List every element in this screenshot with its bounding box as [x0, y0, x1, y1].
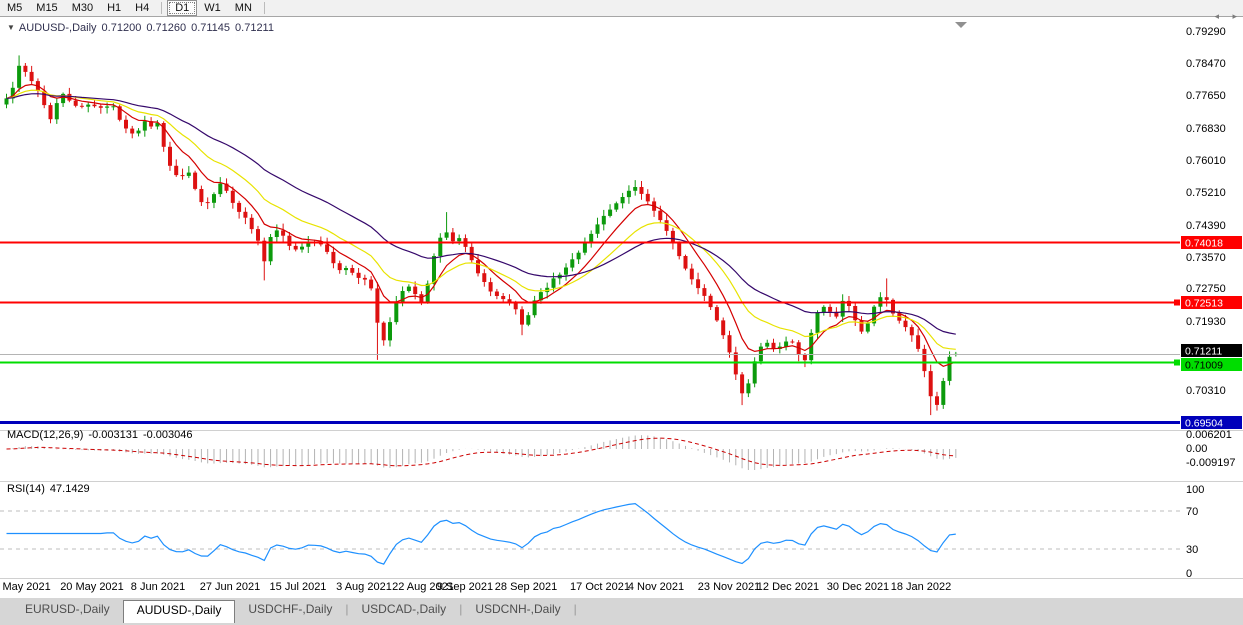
svg-text:0: 0 — [1186, 568, 1192, 580]
ma-slow-line — [7, 94, 956, 335]
svg-text:0.74390: 0.74390 — [1186, 220, 1226, 232]
svg-text:0.78470: 0.78470 — [1186, 58, 1226, 70]
svg-text:0.00: 0.00 — [1186, 443, 1207, 455]
svg-text:23 Nov 2021: 23 Nov 2021 — [698, 581, 760, 593]
tab-eurusd-daily[interactable]: EURUSD-,Daily — [12, 600, 123, 620]
chart-symbol-label: AUDUSD-,Daily — [19, 22, 97, 34]
ma-mid-line — [7, 90, 956, 349]
ohlc-close: 0.71211 — [235, 22, 274, 34]
svg-text:8 Jun 2021: 8 Jun 2021 — [131, 581, 185, 593]
svg-text:0.74018: 0.74018 — [1185, 238, 1223, 250]
svg-text:9 Sep 2021: 9 Sep 2021 — [437, 581, 493, 593]
timeframe-button-h1[interactable]: H1 — [100, 0, 128, 16]
svg-text:0.71211: 0.71211 — [1185, 346, 1222, 358]
svg-text:27 Jun 2021: 27 Jun 2021 — [200, 581, 261, 593]
hline-support-1[interactable]: 0.71009 — [0, 358, 1242, 372]
svg-text:3 Aug 2021: 3 Aug 2021 — [336, 581, 392, 593]
chart-header: ▼ AUDUSD-,Daily 0.71200 0.71260 0.71145 0.712… — [7, 22, 274, 34]
timeframe-button-d1[interactable]: D1 — [167, 0, 197, 16]
svg-text:20 May 2021: 20 May 2021 — [60, 581, 124, 593]
svg-text:0.71930: 0.71930 — [1186, 316, 1226, 328]
svg-text:0.72750: 0.72750 — [1186, 283, 1226, 295]
mt4-window: M5M15M30H1H4 D1W1MN 0.74018 0.72513 0.71211… — [0, 0, 1243, 625]
hline-current-price[interactable]: 0.71211 — [0, 344, 1242, 358]
svg-text:4 Nov 2021: 4 Nov 2021 — [628, 581, 684, 593]
rsi-value: 47.1429 — [50, 483, 90, 495]
svg-text:-0.009197: -0.009197 — [1186, 457, 1236, 469]
svg-text:0.69504: 0.69504 — [1185, 418, 1223, 430]
scroll-to-end-marker[interactable] — [955, 22, 967, 28]
hline-resistance-1[interactable]: 0.74018 — [0, 236, 1242, 250]
ohlc-low: 0.71145 — [191, 22, 230, 34]
tab-usdcnh-daily[interactable]: USDCNH-,Daily — [462, 600, 573, 620]
svg-text:0.006201: 0.006201 — [1186, 429, 1232, 441]
svg-text:30 Dec 2021: 30 Dec 2021 — [827, 581, 889, 593]
chart-collapse-icon[interactable]: ▼ — [7, 23, 15, 32]
svg-text:0.76010: 0.76010 — [1186, 155, 1226, 167]
svg-text:0.72513: 0.72513 — [1185, 298, 1223, 310]
timeframe-button-m5[interactable]: M5 — [0, 0, 29, 16]
tab-audusd-daily[interactable]: AUDUSD-,Daily — [123, 600, 236, 623]
chart-canvas[interactable]: 0.74018 0.72513 0.71211 0.71009 0.69504 0.792… — [0, 0, 1243, 625]
hline-resistance-2[interactable]: 0.72513 — [0, 296, 1242, 310]
svg-text:28 Sep 2021: 28 Sep 2021 — [495, 581, 557, 593]
timeframe-button-h4[interactable]: H4 — [128, 0, 156, 16]
macd-signal-value: -0.003046 — [143, 429, 193, 441]
svg-text:30: 30 — [1186, 544, 1198, 556]
candles — [5, 55, 958, 415]
rsi-axis-labels: 100 70 30 0 — [1186, 484, 1204, 580]
svg-text:0.71009: 0.71009 — [1185, 360, 1223, 372]
ohlc-high: 0.71260 — [146, 22, 186, 34]
toolbar-separator — [264, 2, 265, 14]
rsi-indicator-label: RSI(14)47.1429 — [7, 483, 90, 495]
price-axis-labels: 0.79290 0.78470 0.77650 0.76830 0.76010 0.752… — [1186, 26, 1226, 397]
svg-text:70: 70 — [1186, 506, 1198, 518]
tab-scroll-left-button[interactable]: ◂ — [1214, 11, 1219, 22]
timeframe-button-mn[interactable]: MN — [228, 0, 259, 16]
macd-value: -0.003131 — [88, 429, 138, 441]
tab-separator: | — [574, 600, 577, 616]
svg-text:0.76830: 0.76830 — [1186, 123, 1226, 135]
macd-axis-labels: 0.006201 0.00 -0.009197 — [1186, 429, 1236, 469]
svg-text:0.79290: 0.79290 — [1186, 26, 1226, 38]
svg-text:0.73570: 0.73570 — [1186, 252, 1226, 264]
hline-support-2[interactable]: 0.69504 — [0, 416, 1242, 430]
svg-text:0.75210: 0.75210 — [1186, 187, 1226, 199]
svg-text:17 Oct 2021: 17 Oct 2021 — [570, 581, 630, 593]
svg-text:12 Dec 2021: 12 Dec 2021 — [757, 581, 819, 593]
timeframe-toolbar: M5M15M30H1H4 D1W1MN — [0, 0, 1243, 17]
macd-signal-line — [7, 438, 956, 466]
panel-separators — [0, 431, 1243, 579]
timeframe-button-m30[interactable]: M30 — [65, 0, 100, 16]
toolbar-separator — [161, 2, 162, 14]
rsi-level-lines — [0, 511, 1180, 549]
svg-text:100: 100 — [1186, 484, 1204, 496]
tab-scroll-right-button[interactable]: ▸ — [1232, 11, 1237, 22]
date-axis-labels: 2 May 2021 20 May 2021 8 Jun 2021 27 Jun 20… — [0, 581, 951, 593]
timeframe-button-w1[interactable]: W1 — [197, 0, 228, 16]
svg-text:0.70310: 0.70310 — [1186, 385, 1226, 397]
tab-usdchf-daily[interactable]: USDCHF-,Daily — [235, 600, 345, 620]
ma-fast-line — [7, 85, 956, 367]
timeframe-button-m15[interactable]: M15 — [29, 0, 64, 16]
macd-indicator-label: MACD(12,26,9)-0.003131-0.003046 — [7, 429, 193, 441]
tab-usdcad-daily[interactable]: USDCAD-,Daily — [349, 600, 460, 620]
ohlc-open: 0.71200 — [102, 22, 142, 34]
svg-text:2 May 2021: 2 May 2021 — [0, 581, 51, 593]
symbol-tab-bar: EURUSD-,DailyAUDUSD-,DailyUSDCHF-,Daily |… — [0, 597, 1243, 625]
svg-text:18 Jan 2022: 18 Jan 2022 — [891, 581, 952, 593]
svg-text:0.77650: 0.77650 — [1186, 90, 1226, 102]
rsi-line — [7, 504, 956, 564]
svg-text:15 Jul 2021: 15 Jul 2021 — [270, 581, 327, 593]
